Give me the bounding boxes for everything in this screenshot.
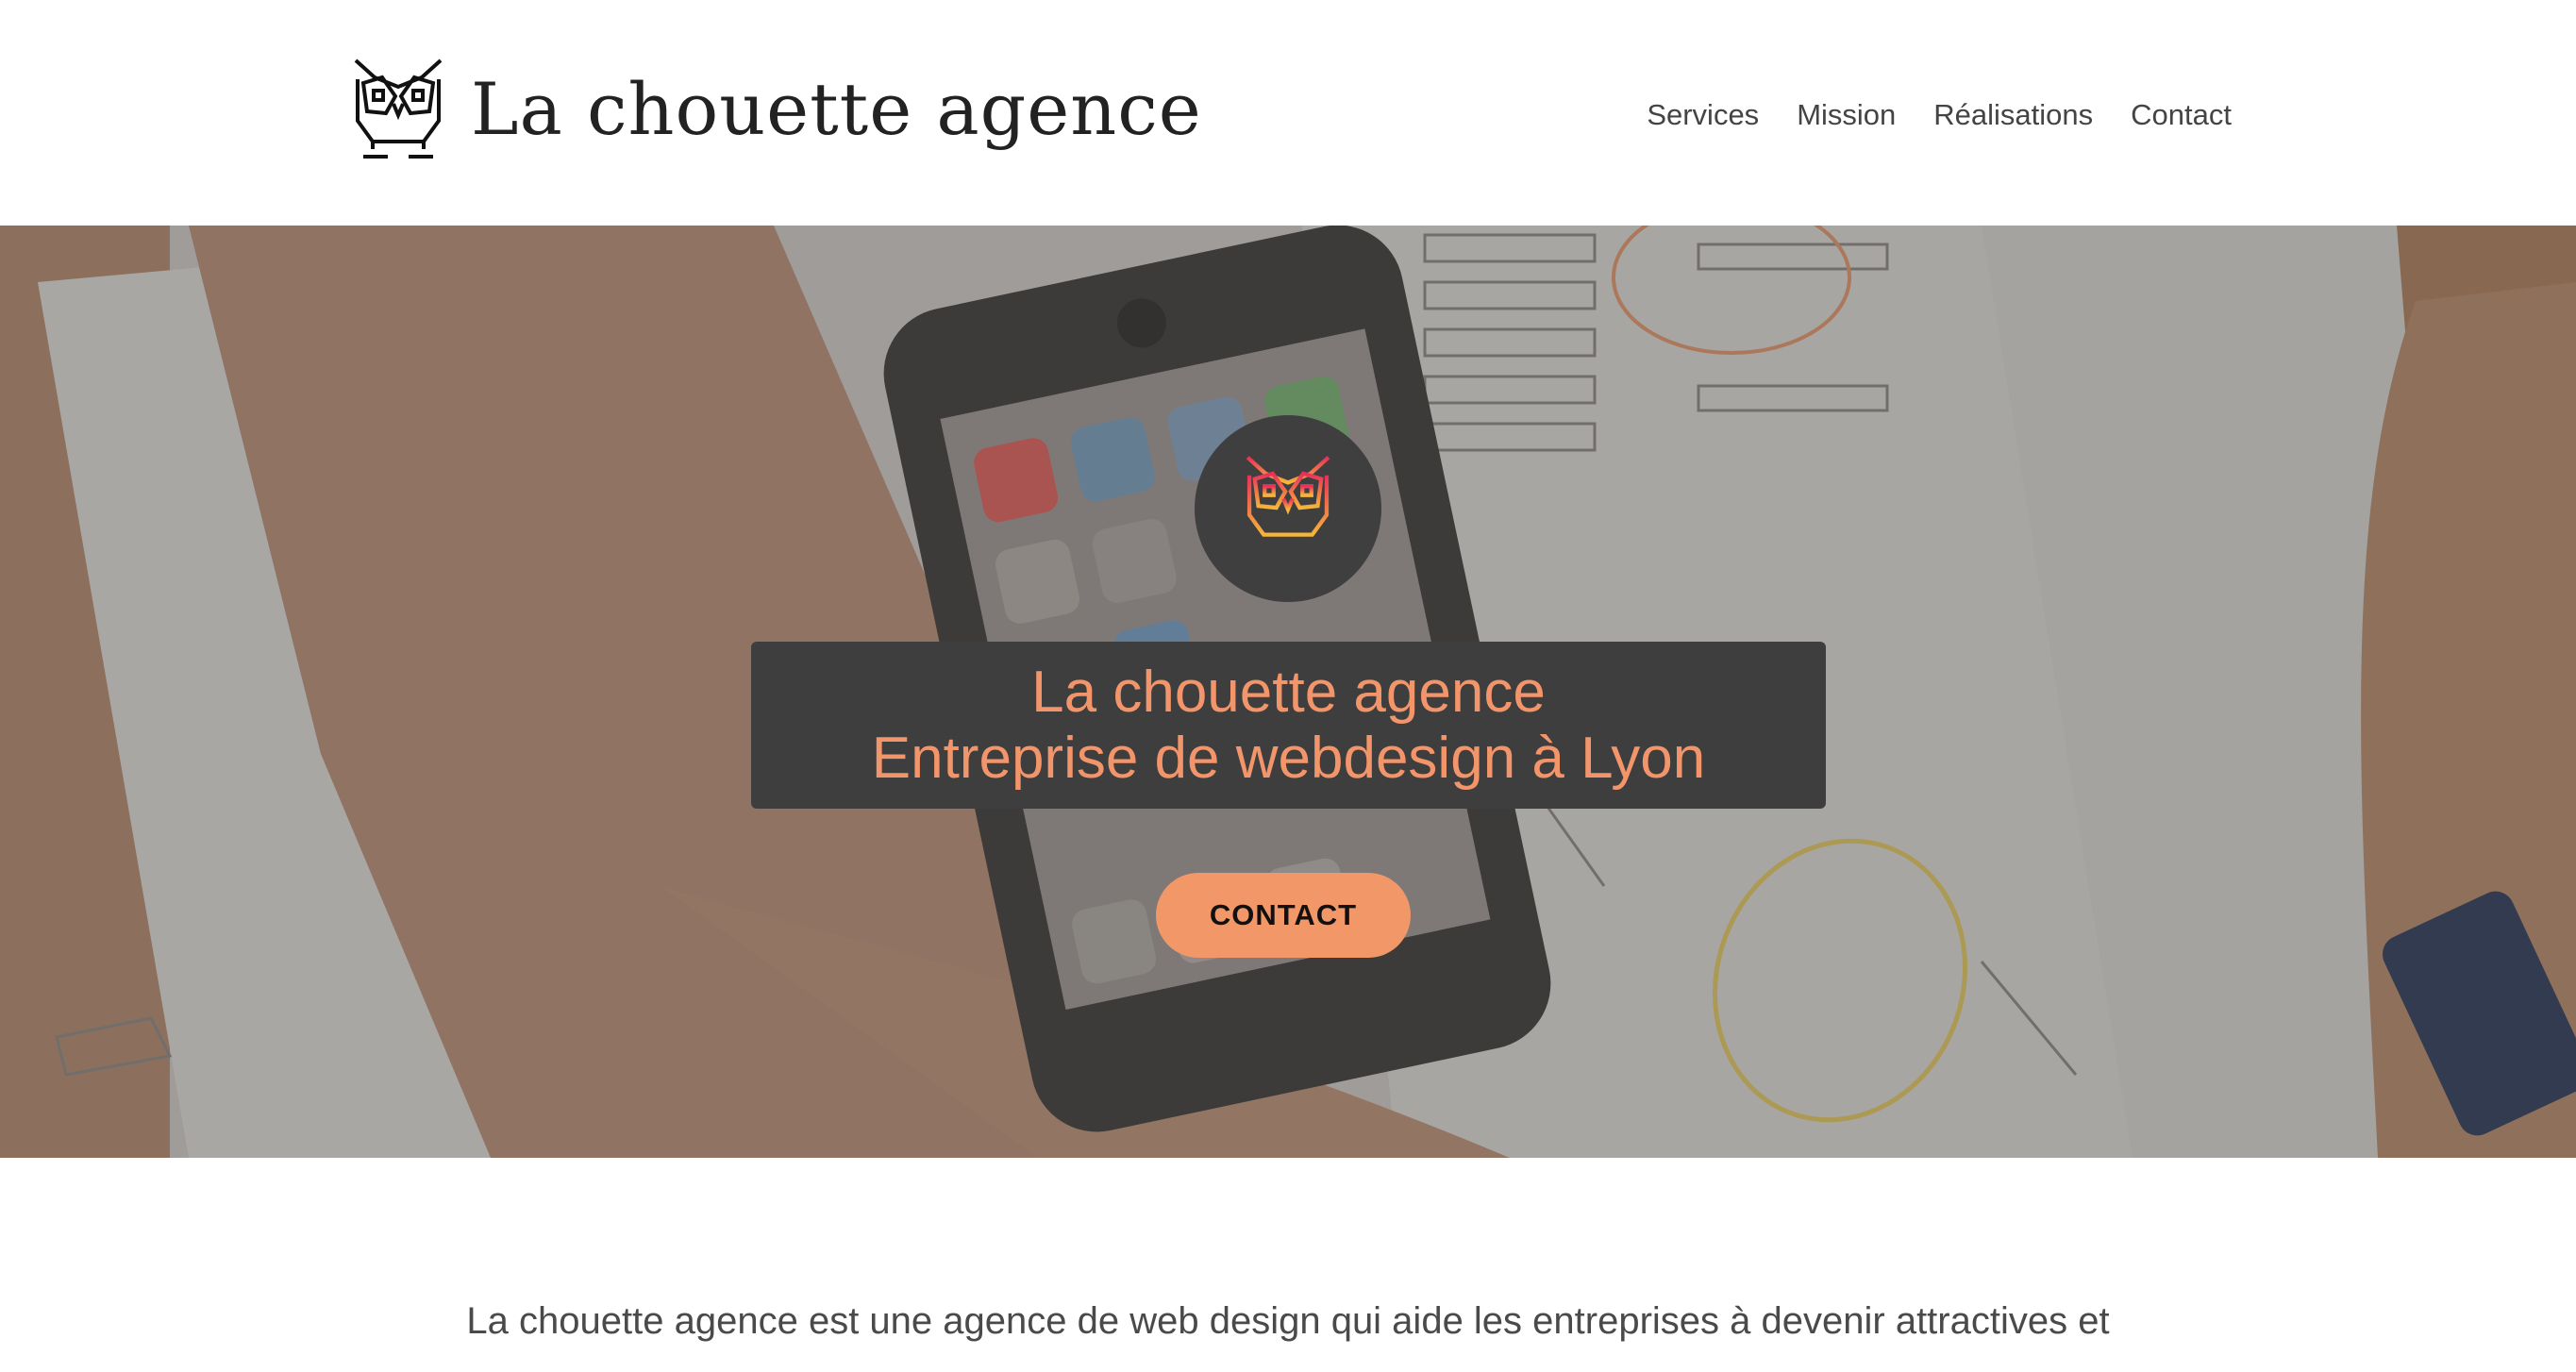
nav-item-services[interactable]: Services xyxy=(1647,98,1759,132)
hero-title: La chouette agence xyxy=(1031,659,1546,725)
nav-item-contact[interactable]: Contact xyxy=(2131,98,2232,132)
brand-name: La chouette agence xyxy=(471,66,1202,151)
intro-section: La chouette agence est une agence de web… xyxy=(283,1295,2293,1347)
hero-subtitle: Entreprise de webdesign à Lyon xyxy=(871,725,1706,791)
nav-item-mission[interactable]: Mission xyxy=(1797,98,1896,132)
hero-owl-badge xyxy=(1195,415,1381,602)
hero-section: La chouette agence Entreprise de webdesi… xyxy=(0,226,2576,1158)
hero-title-box: La chouette agence Entreprise de webdesi… xyxy=(751,642,1826,809)
owl-icon xyxy=(1246,456,1330,551)
site-header: La chouette agence Services Mission Réal… xyxy=(0,0,2576,226)
nav-item-realisations[interactable]: Réalisations xyxy=(1933,98,2093,132)
contact-button[interactable]: CONTACT xyxy=(1156,873,1411,958)
intro-text: La chouette agence est une agence de web… xyxy=(466,1300,2110,1342)
main-nav: Services Mission Réalisations Contact xyxy=(1647,98,2232,132)
owl-icon xyxy=(354,59,443,159)
logo-link[interactable]: La chouette agence xyxy=(346,55,1202,174)
